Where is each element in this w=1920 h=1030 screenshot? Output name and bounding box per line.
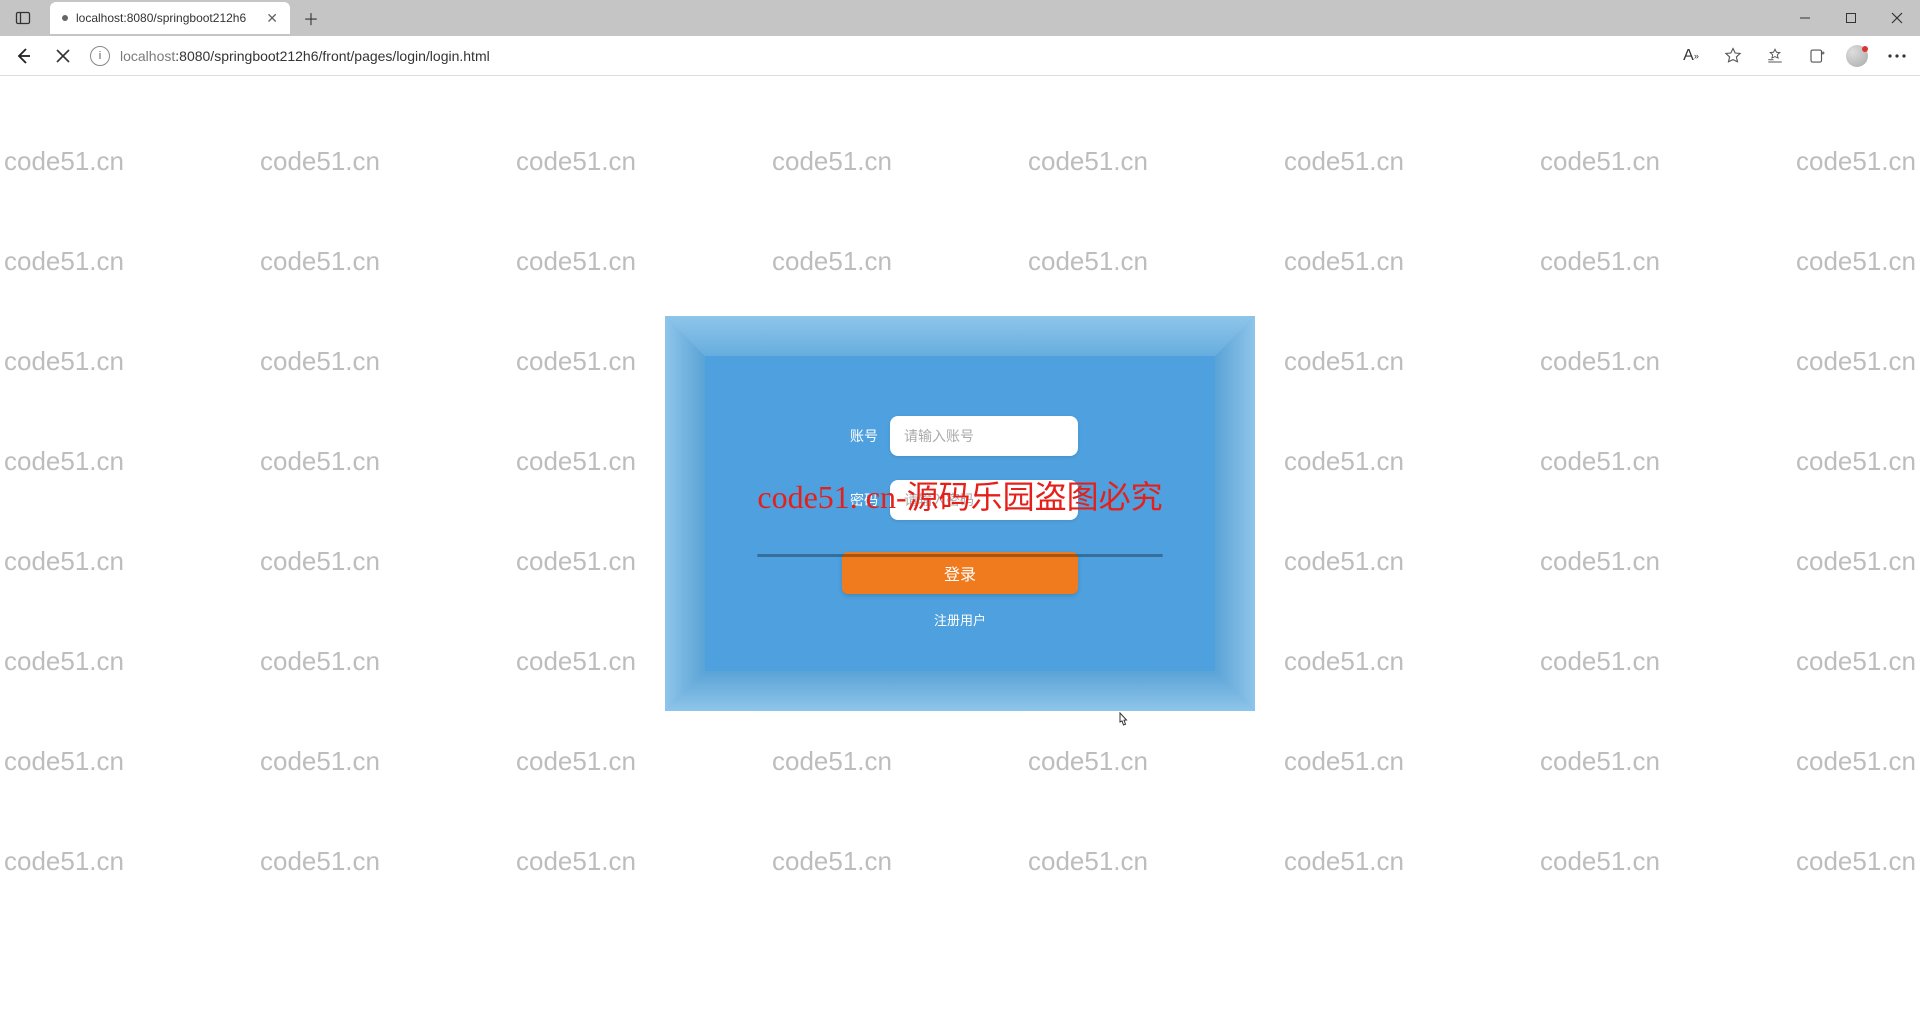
watermark-text: code51.cn [516, 846, 636, 877]
watermark-text: code51.cn [1028, 746, 1148, 777]
watermark-text: code51.cn [260, 646, 380, 677]
watermark-text: code51.cn [516, 746, 636, 777]
tab-actions-icon[interactable] [8, 3, 38, 33]
watermark-text: code51.cn [4, 246, 124, 277]
watermark-text: code51.cn [1796, 446, 1916, 477]
watermark-text: code51.cn [4, 646, 124, 677]
tab-loading-dot-icon [62, 15, 68, 21]
watermark-text: code51.cn [1284, 546, 1404, 577]
watermark-text: code51.cn [1540, 746, 1660, 777]
read-aloud-icon[interactable]: A» [1678, 43, 1704, 69]
watermark-text: code51.cn [1796, 846, 1916, 877]
site-info-icon[interactable]: i [90, 46, 110, 66]
watermark-text: code51.cn [1796, 746, 1916, 777]
watermark-text: code51.cn [1540, 546, 1660, 577]
watermark-text: code51.cn [1284, 746, 1404, 777]
watermark-text: code51.cn [260, 546, 380, 577]
url-path: :8080/springboot212h6/front/pages/login/… [175, 48, 489, 64]
watermark-text: code51.cn [516, 646, 636, 677]
stop-button[interactable] [50, 43, 76, 69]
watermark-text: code51.cn [516, 446, 636, 477]
more-menu-icon[interactable] [1884, 43, 1910, 69]
cursor-icon [1114, 712, 1130, 733]
watermark-text: code51.cn [1540, 246, 1660, 277]
watermark-text: code51.cn [772, 746, 892, 777]
tab-title: localhost:8080/springboot212h6 [76, 11, 246, 25]
watermark-text: code51.cn [1540, 646, 1660, 677]
watermark-text: code51.cn [516, 146, 636, 177]
favorites-bar-icon[interactable] [1762, 43, 1788, 69]
browser-tab[interactable]: localhost:8080/springboot212h6 ✕ [50, 2, 290, 34]
watermark-text: code51.cn [1796, 246, 1916, 277]
watermark-text: code51.cn [1284, 446, 1404, 477]
watermark-text: code51.cn [1540, 846, 1660, 877]
watermark-text: code51.cn [1284, 146, 1404, 177]
watermark-text: code51.cn [260, 346, 380, 377]
maximize-button[interactable] [1828, 0, 1874, 36]
watermark-text: code51.cn [1028, 846, 1148, 877]
login-form: 账号 密码 登录 注册用户 [705, 356, 1215, 671]
tab-strip: localhost:8080/springboot212h6 ✕ ＋ [0, 0, 1920, 36]
username-label: 账号 [842, 426, 878, 446]
watermark-text: code51.cn [4, 846, 124, 877]
watermark-text: code51.cn [1796, 646, 1916, 677]
watermark-text: code51.cn [516, 546, 636, 577]
password-label: 密码 [842, 490, 878, 510]
watermark-text: code51.cn [1796, 146, 1916, 177]
watermark-text: code51.cn [1796, 346, 1916, 377]
watermark-text: code51.cn [516, 346, 636, 377]
watermark-text: code51.cn [1540, 346, 1660, 377]
watermark-text: code51.cn [260, 446, 380, 477]
back-button[interactable] [10, 43, 36, 69]
watermark-text: code51.cn [1028, 246, 1148, 277]
username-input[interactable] [890, 416, 1078, 456]
watermark-text: code51.cn [1284, 646, 1404, 677]
watermark-text: code51.cn [260, 846, 380, 877]
watermark-text: code51.cn [4, 146, 124, 177]
watermark-text: code51.cn [1284, 246, 1404, 277]
watermark-text: code51.cn [260, 746, 380, 777]
browser-toolbar: i localhost:8080/springboot212h6/front/p… [0, 36, 1920, 76]
watermark-text: code51.cn [1540, 146, 1660, 177]
watermark-text: code51.cn [1284, 346, 1404, 377]
watermark-text: code51.cn [516, 246, 636, 277]
watermark-text: code51.cn [4, 546, 124, 577]
browser-chrome: localhost:8080/springboot212h6 ✕ ＋ i loc… [0, 0, 1920, 76]
watermark-text: code51.cn [1540, 446, 1660, 477]
window-controls [1782, 0, 1920, 36]
new-tab-button[interactable]: ＋ [296, 3, 326, 33]
watermark-text: code51.cn [1284, 846, 1404, 877]
close-tab-icon[interactable]: ✕ [266, 10, 278, 27]
register-link[interactable]: 注册用户 [934, 610, 986, 629]
watermark-text: code51.cn [260, 246, 380, 277]
address-bar[interactable]: localhost:8080/springboot212h6/front/pag… [120, 48, 490, 64]
watermark-text: code51.cn [772, 146, 892, 177]
login-button[interactable]: 登录 [842, 552, 1078, 594]
watermark-text: code51.cn [260, 146, 380, 177]
favorite-icon[interactable] [1720, 43, 1746, 69]
profile-avatar[interactable] [1846, 45, 1868, 67]
password-input[interactable] [890, 480, 1078, 520]
watermark-text: code51.cn [1796, 546, 1916, 577]
watermark-text: code51.cn [4, 346, 124, 377]
close-window-button[interactable] [1874, 0, 1920, 36]
url-host: localhost [120, 48, 175, 64]
watermark-text: code51.cn [4, 446, 124, 477]
login-panel: 账号 密码 登录 注册用户 [665, 316, 1255, 711]
collections-icon[interactable] [1804, 43, 1830, 69]
minimize-button[interactable] [1782, 0, 1828, 36]
watermark-text: code51.cn [772, 846, 892, 877]
watermark-text: code51.cn [772, 246, 892, 277]
page-viewport: code51.cn code51.cn code51.cn code51.cn code… [0, 76, 1920, 1030]
watermark-text: code51.cn [4, 746, 124, 777]
watermark-text: code51.cn [1028, 146, 1148, 177]
